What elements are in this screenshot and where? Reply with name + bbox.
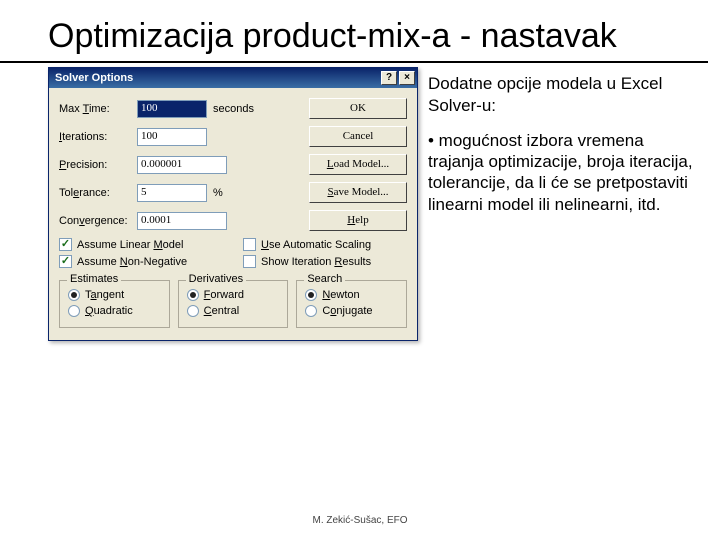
- save-model-button[interactable]: Save Model...: [309, 182, 407, 203]
- assume-nonneg-label: Assume Non-Negative: [77, 256, 187, 268]
- derivatives-group: Derivatives Forward Central: [178, 280, 289, 328]
- show-iteration-checkbox[interactable]: [243, 255, 256, 268]
- slide-title: Optimizacija product-mix-a - nastavak: [0, 0, 708, 63]
- forward-label: Forward: [204, 289, 244, 301]
- quadratic-radio[interactable]: [68, 305, 80, 317]
- help-button[interactable]: Help: [309, 210, 407, 231]
- assume-linear-label: Assume Linear Model: [77, 239, 183, 251]
- convergence-input[interactable]: 0.0001: [137, 212, 227, 230]
- iterations-input[interactable]: 100: [137, 128, 207, 146]
- tolerance-input[interactable]: 5: [137, 184, 207, 202]
- auto-scaling-label: Use Automatic Scaling: [261, 239, 371, 251]
- precision-input[interactable]: 0.000001: [137, 156, 227, 174]
- newton-radio[interactable]: [305, 289, 317, 301]
- search-title: Search: [304, 273, 345, 285]
- central-radio[interactable]: [187, 305, 199, 317]
- central-label: Central: [204, 305, 239, 317]
- close-icon[interactable]: ×: [399, 71, 415, 85]
- quadratic-label: Quadratic: [85, 305, 133, 317]
- ok-button[interactable]: OK: [309, 98, 407, 119]
- percent-label: %: [213, 187, 269, 199]
- precision-label: Precision:: [59, 159, 131, 171]
- max-time-input[interactable]: 100: [137, 100, 207, 118]
- estimates-title: Estimates: [67, 273, 121, 285]
- max-time-label: Max Time:: [59, 103, 131, 115]
- assume-nonneg-checkbox[interactable]: ✓: [59, 255, 72, 268]
- show-iteration-label: Show Iteration Results: [261, 256, 371, 268]
- tolerance-label: Tolerance:: [59, 187, 131, 199]
- slide-footer: M. Zekić-Sušac, EFO: [0, 515, 720, 526]
- conjugate-label: Conjugate: [322, 305, 372, 317]
- newton-label: Newton: [322, 289, 359, 301]
- seconds-label: seconds: [213, 103, 269, 115]
- auto-scaling-checkbox[interactable]: [243, 238, 256, 251]
- estimates-group: Estimates Tangent Quadratic: [59, 280, 170, 328]
- solver-options-dialog: Solver Options ? × Max Time: 100 seconds…: [48, 67, 418, 341]
- help-icon[interactable]: ?: [381, 71, 397, 85]
- derivatives-title: Derivatives: [186, 273, 246, 285]
- dialog-title: Solver Options: [55, 72, 133, 84]
- intro-line: Dodatne opcije modela u Excel Solver-u:: [428, 73, 698, 116]
- iterations-label: Iterations:: [59, 131, 131, 143]
- load-model-button[interactable]: Load Model...: [309, 154, 407, 175]
- cancel-button[interactable]: Cancel: [309, 126, 407, 147]
- forward-radio[interactable]: [187, 289, 199, 301]
- convergence-label: Convergence:: [59, 215, 131, 227]
- assume-linear-checkbox[interactable]: ✓: [59, 238, 72, 251]
- tangent-radio[interactable]: [68, 289, 80, 301]
- tangent-label: Tangent: [85, 289, 124, 301]
- dialog-titlebar: Solver Options ? ×: [49, 68, 417, 88]
- bullet-line: • mogućnost izbora vremena trajanja opti…: [428, 130, 698, 215]
- search-group: Search Newton Conjugate: [296, 280, 407, 328]
- explanation-text: Dodatne opcije modela u Excel Solver-u: …: [428, 67, 698, 341]
- conjugate-radio[interactable]: [305, 305, 317, 317]
